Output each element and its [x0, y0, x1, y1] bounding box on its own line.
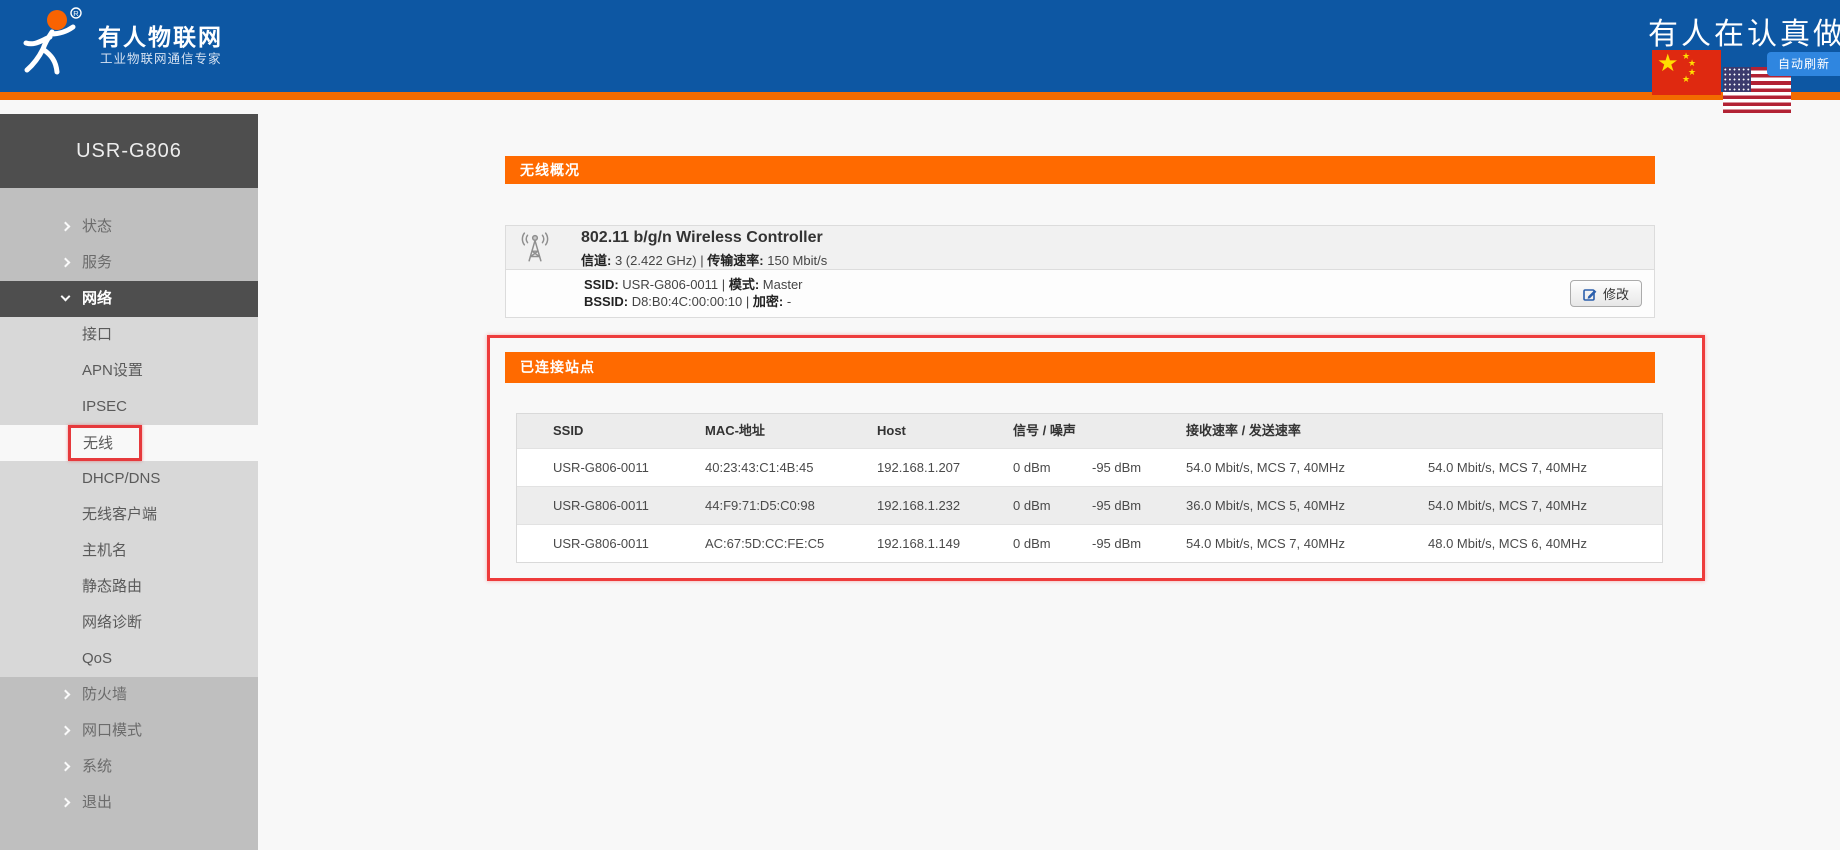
sidebar-item-apn[interactable]: APN设置: [0, 353, 258, 389]
cell-rx: 54.0 Mbit/s, MCS 7, 40MHz: [1150, 449, 1392, 486]
china-flag-icon[interactable]: ★ ★ ★ ★ ★: [1652, 50, 1721, 95]
usr-mascot-icon: R: [18, 6, 84, 80]
cell-tx: 54.0 Mbit/s, MCS 7, 40MHz: [1392, 487, 1662, 524]
cell-noise: -95 dBm: [1056, 449, 1150, 486]
cell-ssid: USR-G806-0011: [517, 525, 669, 562]
sidebar-item-wireless-client[interactable]: 无线客户端: [0, 497, 258, 533]
cell-host: 192.168.1.149: [841, 525, 977, 562]
header-accent-stripe: [0, 92, 1840, 100]
chevron-right-icon: [61, 726, 71, 736]
cell-ssid: USR-G806-0011: [517, 449, 669, 486]
chevron-right-icon: [61, 690, 71, 700]
sidebar-nav: 状态 服务 网络 接口 APN设置 IPSEC 无线 DHCP/DNS: [0, 188, 258, 850]
sidebar-item-hostname[interactable]: 主机名: [0, 533, 258, 569]
wireless-item-highlight: 无线: [68, 425, 142, 461]
section-title-wireless-overview: 无线概况: [505, 156, 1655, 184]
auto-refresh-badge[interactable]: 自动刷新: [1767, 52, 1840, 76]
chevron-right-icon: [61, 222, 71, 232]
controller-subtitle: 信道: 3 (2.422 GHz) | 传输速率: 150 Mbit/s: [581, 250, 827, 269]
sidebar-item-services[interactable]: 服务: [0, 245, 258, 281]
sidebar-item-system[interactable]: 系统: [0, 749, 258, 785]
table-row: USR-G806-0011 44:F9:71:D5:C0:98 192.168.…: [517, 487, 1662, 525]
cell-signal: 0 dBm: [977, 525, 1056, 562]
chevron-right-icon: [61, 798, 71, 808]
cell-host: 192.168.1.207: [841, 449, 977, 486]
cell-tx: 48.0 Mbit/s, MCS 6, 40MHz: [1392, 525, 1662, 562]
sidebar-item-interfaces[interactable]: 接口: [0, 317, 258, 353]
chevron-right-icon: [61, 258, 71, 268]
controller-title: 802.11 b/g/n Wireless Controller: [581, 229, 823, 247]
col-host: Host: [841, 414, 977, 448]
header-slogan: 有人在认真做事: [1648, 9, 1840, 53]
sidebar-item-firewall[interactable]: 防火墙: [0, 677, 258, 713]
menu-top-padding: [0, 188, 258, 209]
antenna-icon: [518, 231, 552, 265]
cell-ssid: USR-G806-0011: [517, 487, 669, 524]
device-title: USR-G806: [0, 114, 258, 188]
sidebar-item-logout[interactable]: 退出: [0, 785, 258, 821]
edit-icon: [1583, 287, 1597, 301]
page: R 有人物联网 工业物联网通信专家 有人在认真做事 ★ ★ ★ ★ ★ 自动刷新…: [0, 0, 1840, 850]
cell-noise: -95 dBm: [1056, 487, 1150, 524]
cell-mac: 40:23:43:C1:4B:45: [669, 449, 841, 486]
wireless-detail-area: SSID: USR-G806-0011 | 模式: Master BSSID: …: [506, 270, 1654, 317]
col-rx-tx: 接收速率 / 发送速率: [1150, 414, 1662, 448]
edit-button[interactable]: 修改: [1570, 280, 1642, 307]
network-submenu: 接口 APN设置 IPSEC 无线 DHCP/DNS 无线客户端 主机名 静态路…: [0, 317, 258, 677]
wireless-overview-panel: 802.11 b/g/n Wireless Controller 信道: 3 (…: [505, 225, 1655, 318]
chevron-right-icon: [61, 762, 71, 772]
sidebar-item-dhcp-dns[interactable]: DHCP/DNS: [0, 461, 258, 497]
cell-host: 192.168.1.232: [841, 487, 977, 524]
table-header-row: SSID MAC-地址 Host 信号 / 噪声 接收速率 / 发送速率: [517, 414, 1662, 449]
chevron-down-icon: [61, 292, 71, 302]
us-flag-canton: [1723, 67, 1751, 92]
bssid-line: BSSID: D8:B0:4C:00:00:10 | 加密: -: [584, 293, 1654, 310]
section-title-connected-stations: 已连接站点: [505, 352, 1655, 383]
cell-tx: 54.0 Mbit/s, MCS 7, 40MHz: [1392, 449, 1662, 486]
table-row: USR-G806-0011 40:23:43:C1:4B:45 192.168.…: [517, 449, 1662, 487]
cell-mac: AC:67:5D:CC:FE:C5: [669, 525, 841, 562]
brand-name: 有人物联网: [98, 18, 223, 52]
sidebar-item-diagnostics[interactable]: 网络诊断: [0, 605, 258, 641]
col-ssid: SSID: [517, 414, 669, 448]
top-header: R 有人物联网 工业物联网通信专家 有人在认真做事: [0, 0, 1840, 92]
col-signal-noise: 信号 / 噪声: [977, 414, 1150, 448]
sidebar-item-status[interactable]: 状态: [0, 209, 258, 245]
table-row: USR-G806-0011 AC:67:5D:CC:FE:C5 192.168.…: [517, 525, 1662, 562]
cell-mac: 44:F9:71:D5:C0:98: [669, 487, 841, 524]
sidebar-item-static-routes[interactable]: 静态路由: [0, 569, 258, 605]
connected-stations-table: SSID MAC-地址 Host 信号 / 噪声 接收速率 / 发送速率 USR…: [516, 413, 1663, 563]
brand-subtitle: 工业物联网通信专家: [100, 48, 222, 67]
brand-logo[interactable]: R 有人物联网 工业物联网通信专家: [18, 4, 338, 88]
sidebar-item-network[interactable]: 网络: [0, 281, 258, 317]
sidebar-item-port-mode[interactable]: 网口模式: [0, 713, 258, 749]
svg-text:R: R: [73, 9, 79, 18]
sidebar-item-wireless[interactable]: 无线: [0, 425, 258, 461]
sidebar-item-qos[interactable]: QoS: [0, 641, 258, 677]
cell-noise: -95 dBm: [1056, 525, 1150, 562]
wireless-controller-summary: 802.11 b/g/n Wireless Controller 信道: 3 (…: [506, 226, 1654, 270]
cell-signal: 0 dBm: [977, 449, 1056, 486]
cell-signal: 0 dBm: [977, 487, 1056, 524]
cell-rx: 36.0 Mbit/s, MCS 5, 40MHz: [1150, 487, 1392, 524]
sidebar-item-ipsec[interactable]: IPSEC: [0, 389, 258, 425]
ssid-line: SSID: USR-G806-0011 | 模式: Master: [584, 276, 1654, 293]
cell-rx: 54.0 Mbit/s, MCS 7, 40MHz: [1150, 525, 1392, 562]
col-mac: MAC-地址: [669, 414, 841, 448]
